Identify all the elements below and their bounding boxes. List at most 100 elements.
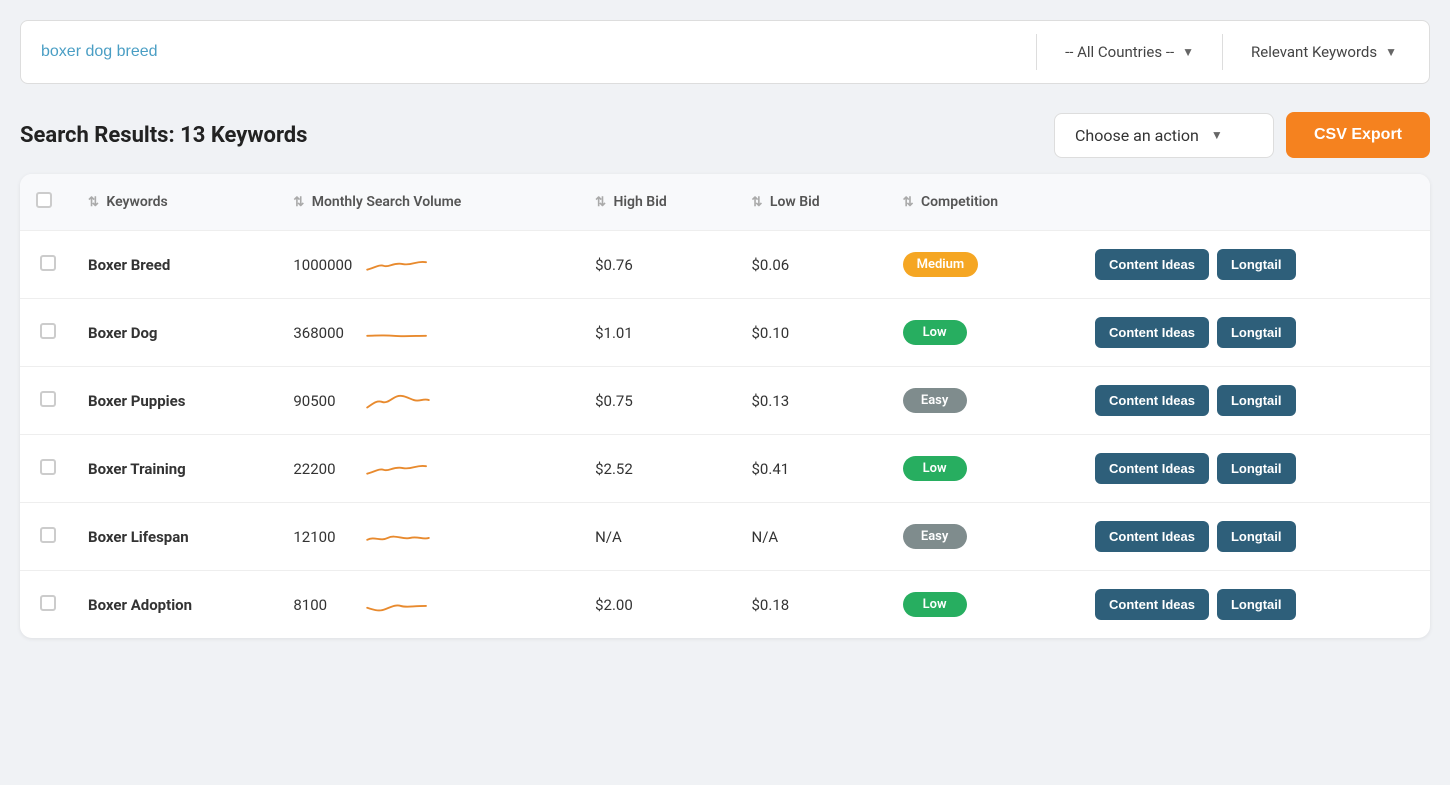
longtail-button[interactable]: Longtail bbox=[1217, 589, 1296, 620]
content-ideas-button[interactable]: Content Ideas bbox=[1095, 589, 1209, 620]
longtail-button[interactable]: Longtail bbox=[1217, 385, 1296, 416]
row-checkbox-cell bbox=[20, 367, 72, 435]
competition-badge: Low bbox=[903, 320, 967, 345]
low-bid-cell: $0.18 bbox=[736, 571, 887, 639]
competition-cell: Low bbox=[887, 571, 1079, 639]
col-actions bbox=[1079, 174, 1430, 231]
row-checkbox-4[interactable] bbox=[40, 527, 56, 543]
actions-cell: Content Ideas Longtail bbox=[1079, 435, 1430, 503]
row-checkbox-cell bbox=[20, 503, 72, 571]
chevron-down-icon-2: ▼ bbox=[1385, 45, 1397, 59]
table-row: Boxer Lifespan 12100 N/A N/A Easy Conten… bbox=[20, 503, 1430, 571]
results-table-container: ⇅ Keywords ⇅ Monthly Search Volume ⇅ Hig… bbox=[20, 174, 1430, 638]
longtail-button[interactable]: Longtail bbox=[1217, 317, 1296, 348]
volume-cell: 22200 bbox=[277, 435, 579, 503]
search-divider bbox=[1036, 34, 1037, 70]
competition-cell: Easy bbox=[887, 503, 1079, 571]
col-low-bid[interactable]: ⇅ Low Bid bbox=[736, 174, 887, 231]
row-checkbox-0[interactable] bbox=[40, 255, 56, 271]
row-checkbox-5[interactable] bbox=[40, 595, 56, 611]
high-bid-cell: $2.52 bbox=[579, 435, 735, 503]
col-high-bid[interactable]: ⇅ High Bid bbox=[579, 174, 735, 231]
competition-badge: Medium bbox=[903, 252, 979, 277]
sparkline-icon bbox=[363, 591, 433, 619]
high-bid-cell: $2.00 bbox=[579, 571, 735, 639]
competition-cell: Low bbox=[887, 435, 1079, 503]
results-title: Search Results: 13 Keywords bbox=[20, 123, 307, 148]
row-checkbox-cell bbox=[20, 231, 72, 299]
longtail-button[interactable]: Longtail bbox=[1217, 453, 1296, 484]
content-ideas-button[interactable]: Content Ideas bbox=[1095, 521, 1209, 552]
country-dropdown[interactable]: -- All Countries -- ▼ bbox=[1053, 43, 1206, 61]
low-bid-cell: $0.41 bbox=[736, 435, 887, 503]
sparkline-icon bbox=[363, 251, 433, 279]
results-table: ⇅ Keywords ⇅ Monthly Search Volume ⇅ Hig… bbox=[20, 174, 1430, 638]
high-bid-cell: $0.75 bbox=[579, 367, 735, 435]
table-row: Boxer Breed 1000000 $0.76 $0.06 Medium C… bbox=[20, 231, 1430, 299]
content-ideas-button[interactable]: Content Ideas bbox=[1095, 249, 1209, 280]
search-input[interactable] bbox=[41, 43, 1020, 61]
competition-badge: Low bbox=[903, 592, 967, 617]
keyword-cell: Boxer Lifespan bbox=[72, 503, 277, 571]
volume-cell: 8100 bbox=[277, 571, 579, 639]
col-volume[interactable]: ⇅ Monthly Search Volume bbox=[277, 174, 579, 231]
low-bid-cell: $0.13 bbox=[736, 367, 887, 435]
table-row: Boxer Puppies 90500 $0.75 $0.13 Easy Con… bbox=[20, 367, 1430, 435]
csv-export-button[interactable]: CSV Export bbox=[1286, 112, 1430, 158]
sort-icon-competition: ⇅ bbox=[903, 195, 914, 210]
sparkline-icon bbox=[363, 319, 433, 347]
row-checkbox-cell bbox=[20, 571, 72, 639]
keyword-cell: Boxer Training bbox=[72, 435, 277, 503]
row-checkbox-cell bbox=[20, 435, 72, 503]
keyword-type-dropdown[interactable]: Relevant Keywords ▼ bbox=[1239, 43, 1409, 61]
volume-cell: 12100 bbox=[277, 503, 579, 571]
sort-icon-low-bid: ⇅ bbox=[752, 195, 763, 210]
col-keywords[interactable]: ⇅ Keywords bbox=[72, 174, 277, 231]
actions-cell: Content Ideas Longtail bbox=[1079, 503, 1430, 571]
high-bid-cell: N/A bbox=[579, 503, 735, 571]
volume-cell: 368000 bbox=[277, 299, 579, 367]
longtail-button[interactable]: Longtail bbox=[1217, 249, 1296, 280]
table-row: Boxer Dog 368000 $1.01 $0.10 Low Content… bbox=[20, 299, 1430, 367]
low-bid-cell: N/A bbox=[736, 503, 887, 571]
competition-cell: Medium bbox=[887, 231, 1079, 299]
actions-cell: Content Ideas Longtail bbox=[1079, 367, 1430, 435]
sparkline-icon bbox=[363, 455, 433, 483]
row-checkbox-2[interactable] bbox=[40, 391, 56, 407]
actions-cell: Content Ideas Longtail bbox=[1079, 231, 1430, 299]
search-bar: -- All Countries -- ▼ Relevant Keywords … bbox=[20, 20, 1430, 84]
low-bid-cell: $0.10 bbox=[736, 299, 887, 367]
keyword-cell: Boxer Adoption bbox=[72, 571, 277, 639]
sort-icon-keywords: ⇅ bbox=[88, 195, 99, 210]
content-ideas-button[interactable]: Content Ideas bbox=[1095, 453, 1209, 484]
competition-cell: Easy bbox=[887, 367, 1079, 435]
select-all-header bbox=[20, 174, 72, 231]
sort-icon-volume: ⇅ bbox=[293, 195, 304, 210]
select-all-checkbox[interactable] bbox=[36, 192, 52, 208]
sparkline-icon bbox=[363, 523, 433, 551]
action-dropdown[interactable]: Choose an action ▼ bbox=[1054, 113, 1274, 158]
high-bid-cell: $1.01 bbox=[579, 299, 735, 367]
competition-badge: Easy bbox=[903, 388, 967, 413]
high-bid-cell: $0.76 bbox=[579, 231, 735, 299]
row-checkbox-3[interactable] bbox=[40, 459, 56, 475]
longtail-button[interactable]: Longtail bbox=[1217, 521, 1296, 552]
content-ideas-button[interactable]: Content Ideas bbox=[1095, 317, 1209, 348]
sort-icon-high-bid: ⇅ bbox=[595, 195, 606, 210]
volume-cell: 1000000 bbox=[277, 231, 579, 299]
search-divider-2 bbox=[1222, 34, 1223, 70]
content-ideas-button[interactable]: Content Ideas bbox=[1095, 385, 1209, 416]
results-header: Search Results: 13 Keywords Choose an ac… bbox=[0, 100, 1450, 174]
actions-cell: Content Ideas Longtail bbox=[1079, 571, 1430, 639]
col-competition[interactable]: ⇅ Competition bbox=[887, 174, 1079, 231]
results-actions: Choose an action ▼ CSV Export bbox=[1054, 112, 1430, 158]
keyword-cell: Boxer Puppies bbox=[72, 367, 277, 435]
sparkline-icon bbox=[363, 387, 433, 415]
chevron-down-icon-3: ▼ bbox=[1211, 128, 1223, 142]
table-row: Boxer Training 22200 $2.52 $0.41 Low Con… bbox=[20, 435, 1430, 503]
competition-cell: Low bbox=[887, 299, 1079, 367]
table-row: Boxer Adoption 8100 $2.00 $0.18 Low Cont… bbox=[20, 571, 1430, 639]
competition-badge: Easy bbox=[903, 524, 967, 549]
row-checkbox-1[interactable] bbox=[40, 323, 56, 339]
competition-badge: Low bbox=[903, 456, 967, 481]
